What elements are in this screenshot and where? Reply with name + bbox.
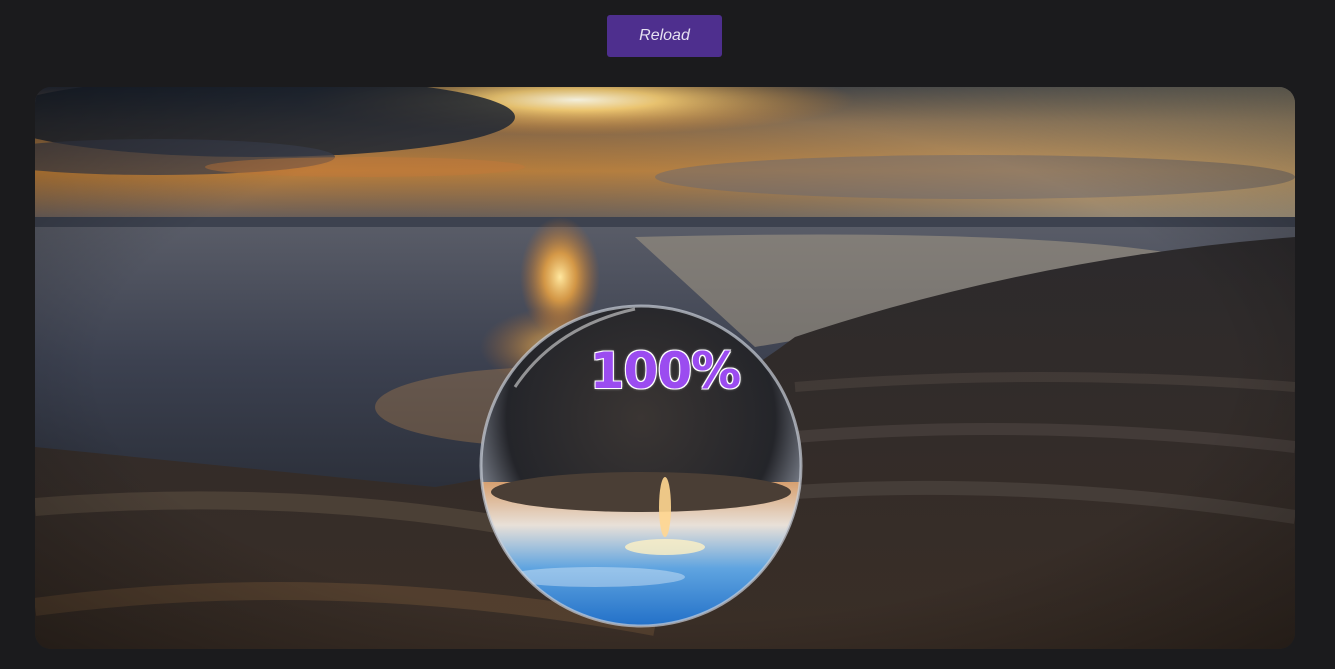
preloader-image: 100% [35, 87, 1295, 649]
reload-button[interactable]: Reload [607, 15, 722, 57]
